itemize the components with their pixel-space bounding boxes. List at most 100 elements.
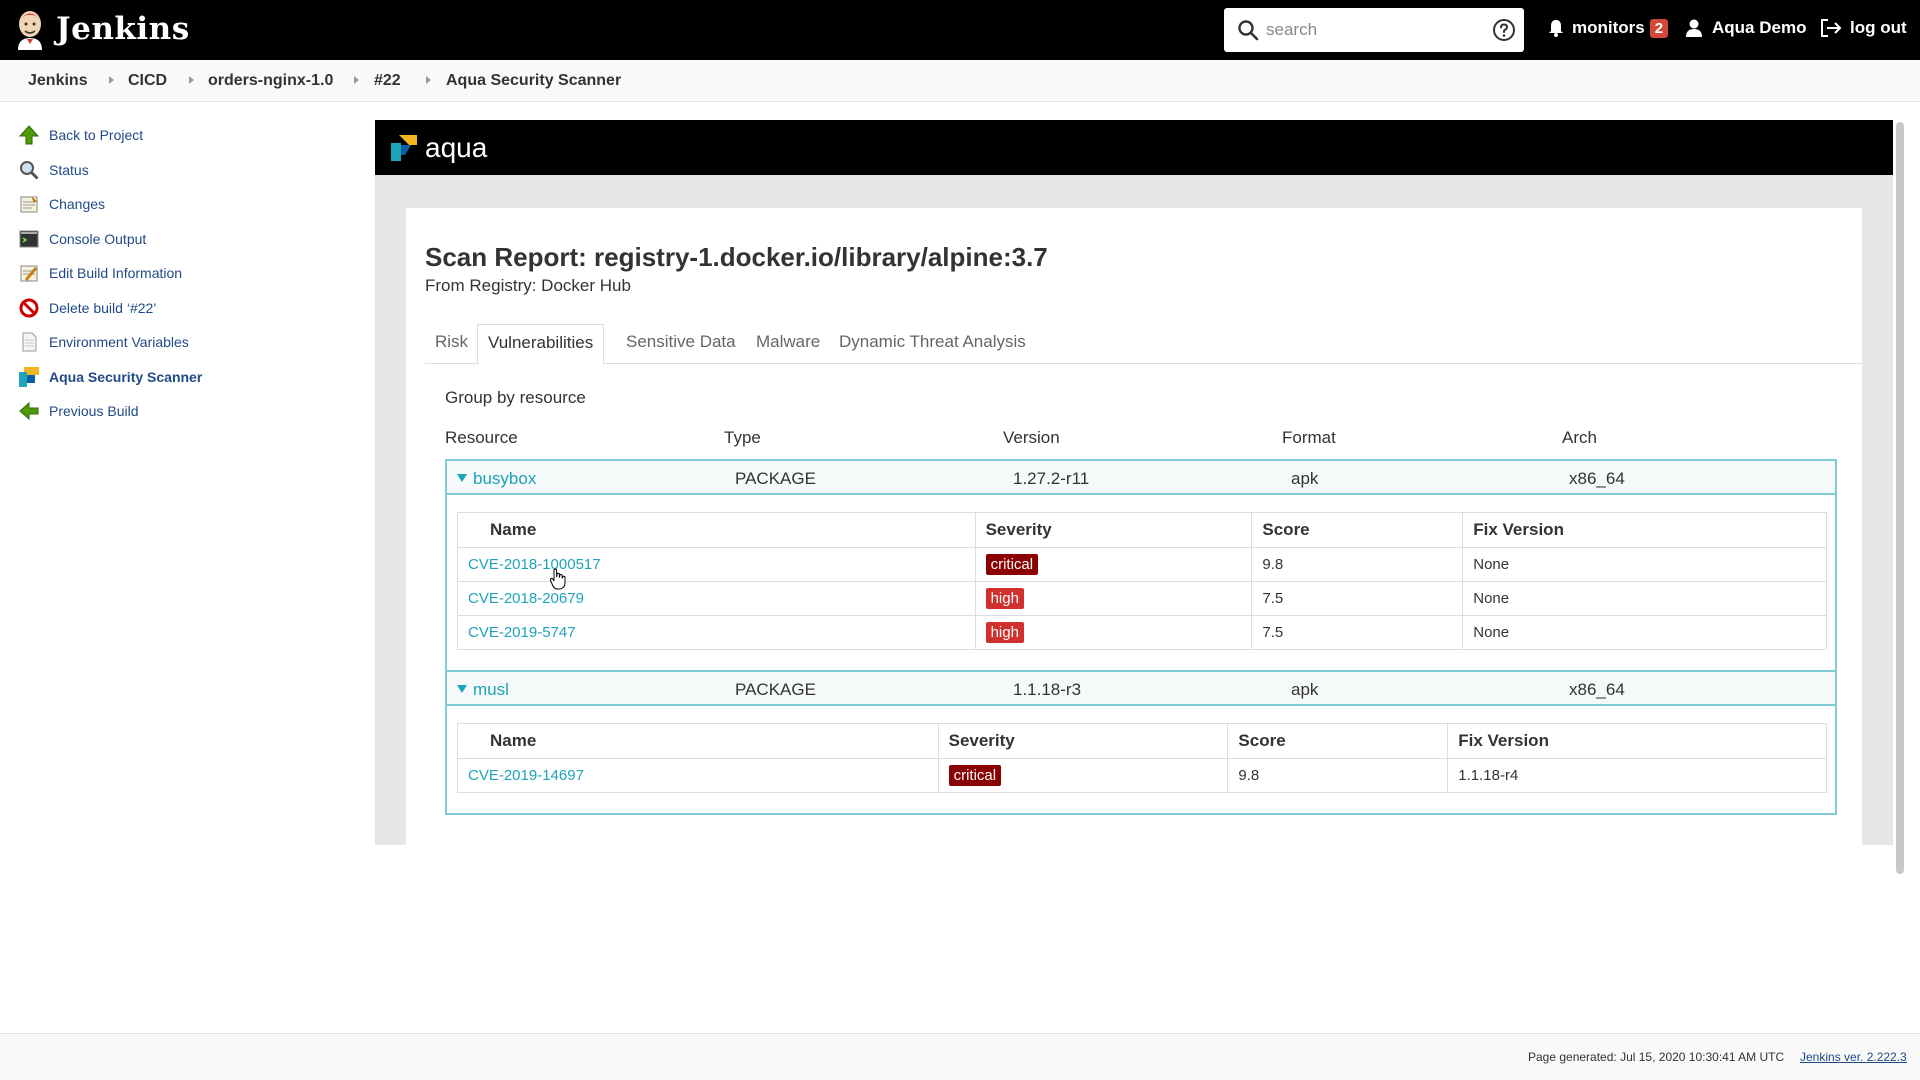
aqua-header-bar: aqua — [375, 120, 1893, 175]
search-icon — [1238, 20, 1259, 41]
resource-group-musl: musl PACKAGE 1.1.18-r3 apk x86_64 Name S… — [445, 670, 1837, 815]
resource-format: apk — [1291, 469, 1319, 488]
resource-version: 1.27.2-r11 — [1013, 469, 1090, 488]
breadcrumb-project[interactable]: orders-nginx-1.0 — [208, 72, 333, 90]
tab-dynamic-threat-analysis[interactable]: Dynamic Threat Analysis — [839, 332, 1026, 352]
fix-version-cell: None — [1462, 615, 1827, 650]
column-header-score[interactable]: Score — [1227, 723, 1449, 759]
tab-risk[interactable]: Risk — [435, 332, 468, 352]
bell-icon — [1549, 20, 1563, 37]
column-header-fix-version[interactable]: Fix Version — [1447, 723, 1827, 759]
logout-label: log out — [1850, 18, 1907, 37]
tab-vulnerabilities[interactable]: Vulnerabilities — [477, 324, 605, 365]
cve-link[interactable]: CVE-2019-5747 — [468, 624, 576, 641]
sidebar-item-console-output[interactable]: Console Output — [18, 226, 146, 252]
score-cell: 9.8 — [1251, 547, 1464, 582]
cve-link[interactable]: CVE-2018-1000517 — [468, 556, 601, 573]
search-box — [1224, 8, 1524, 52]
column-header-name[interactable]: Name — [457, 512, 976, 548]
column-header-version[interactable]: Version — [1003, 428, 1060, 448]
breadcrumb-cicd[interactable]: CICD — [128, 72, 167, 90]
document-icon — [18, 331, 40, 353]
caret-down-icon — [457, 684, 467, 693]
sidebar-item-label: Back to Project — [49, 127, 144, 143]
sidebar-item-edit-build-information[interactable]: Edit Build Information — [18, 260, 182, 286]
column-header-arch[interactable]: Arch — [1562, 428, 1597, 448]
search-input[interactable] — [1266, 16, 1476, 44]
resource-arch: x86_64 — [1569, 680, 1625, 699]
jenkins-version-link[interactable]: Jenkins ver. 2.222.3 — [1800, 1050, 1907, 1064]
tab-malware[interactable]: Malware — [756, 332, 820, 352]
resource-name: musl — [473, 680, 509, 699]
sidebar-item-previous-build[interactable]: Previous Build — [18, 398, 139, 424]
notepad-icon — [18, 193, 40, 215]
jenkins-logo[interactable]: Jenkins — [14, 8, 190, 50]
breadcrumb-separator[interactable] — [354, 76, 359, 84]
no-entry-icon — [18, 297, 40, 319]
table-header-row: Name Severity Score Fix Version — [457, 723, 1827, 759]
monitors-link[interactable]: monitors 2 — [1546, 18, 1669, 38]
scan-report-card: Scan Report: registry-1.docker.io/librar… — [406, 208, 1862, 845]
column-header-name[interactable]: Name — [457, 723, 939, 759]
monitors-badge: 2 — [1649, 18, 1669, 38]
tab-sensitive-data[interactable]: Sensitive Data — [626, 332, 736, 352]
column-header-resource[interactable]: Resource — [445, 428, 518, 448]
group-by-resource-label[interactable]: Group by resource — [445, 388, 586, 408]
sidebar-item-label: Console Output — [49, 231, 147, 247]
jenkins-butler-icon — [18, 11, 42, 50]
app-name: Jenkins — [56, 11, 190, 47]
table-header-row: Name Severity Score Fix Version — [457, 512, 1827, 548]
column-header-format[interactable]: Format — [1282, 428, 1336, 448]
breadcrumb-scanner[interactable]: Aqua Security Scanner — [446, 72, 621, 90]
resource-type: PACKAGE — [735, 680, 816, 699]
resource-row[interactable]: busybox PACKAGE 1.27.2-r11 apk x86_64 — [447, 461, 1835, 495]
sidebar-item-label: Changes — [49, 196, 106, 212]
vulnerability-table: Name Severity Score Fix Version CVE-2019… — [457, 723, 1827, 793]
cve-link[interactable]: CVE-2019-14697 — [468, 767, 584, 784]
sidebar-item-label: Previous Build — [49, 403, 139, 419]
help-icon[interactable] — [1492, 18, 1516, 42]
vulnerability-table: Name Severity Score Fix Version CVE-2018… — [457, 512, 1827, 650]
sidebar-item-status[interactable]: Status — [18, 157, 89, 183]
aqua-icon — [18, 366, 40, 388]
page-scrollbar[interactable] — [1896, 122, 1904, 874]
user-link[interactable]: Aqua Demo — [1684, 18, 1806, 38]
sidebar-item-changes[interactable]: Changes — [18, 191, 105, 217]
sidebar-item-environment-variables[interactable]: Environment Variables — [18, 329, 189, 355]
aqua-brand-name: aqua — [425, 132, 488, 163]
table-row: CVE-2018-1000517 critical 9.8 None — [457, 547, 1827, 582]
breadcrumb: Jenkins CICD orders-nginx-1.0 #22 Aqua S… — [0, 60, 1920, 102]
column-header-score[interactable]: Score — [1251, 512, 1464, 548]
resource-toggle[interactable]: musl — [457, 680, 509, 700]
column-header-fix-version[interactable]: Fix Version — [1462, 512, 1827, 548]
resource-toggle[interactable]: busybox — [457, 469, 536, 489]
breadcrumb-jenkins[interactable]: Jenkins — [28, 72, 88, 90]
breadcrumb-separator[interactable] — [189, 76, 194, 84]
resource-type: PACKAGE — [735, 469, 816, 488]
sidebar-item-aqua-security-scanner[interactable]: Aqua Security Scanner — [18, 364, 202, 390]
breadcrumb-build[interactable]: #22 — [374, 72, 401, 90]
severity-badge: critical — [985, 554, 1039, 575]
report-tabs: Risk Vulnerabilities Sensitive Data Malw… — [425, 324, 1862, 365]
sidebar-item-back-to-project[interactable]: Back to Project — [18, 122, 143, 148]
sidebar-item-label: Aqua Security Scanner — [49, 369, 203, 385]
cve-link[interactable]: CVE-2018-20679 — [468, 590, 584, 607]
scan-report-subtitle: From Registry: Docker Hub — [425, 276, 631, 295]
column-header-severity[interactable]: Severity — [937, 723, 1229, 759]
fix-version-cell: 1.1.18-r4 — [1447, 758, 1827, 793]
sidebar-item-label: Edit Build Information — [49, 265, 183, 281]
sidebar-item-delete-build[interactable]: Delete build ‘#22’ — [18, 295, 156, 321]
column-header-severity[interactable]: Severity — [974, 512, 1253, 548]
column-header-type[interactable]: Type — [724, 428, 761, 448]
caret-down-icon — [457, 473, 467, 482]
resource-row[interactable]: musl PACKAGE 1.1.18-r3 apk x86_64 — [447, 672, 1835, 706]
scan-report-title: Scan Report: registry-1.docker.io/librar… — [425, 242, 1048, 272]
up-arrow-icon — [18, 124, 40, 146]
aqua-logo-icon — [391, 135, 417, 161]
top-header: Jenkins monitors 2 Aqua Demo — [0, 0, 1920, 60]
logout-link[interactable]: log out — [1820, 18, 1907, 38]
fix-version-cell: None — [1462, 581, 1827, 616]
breadcrumb-separator[interactable] — [426, 76, 431, 84]
breadcrumb-separator[interactable] — [109, 76, 114, 84]
aqua-logo: aqua — [389, 132, 487, 164]
